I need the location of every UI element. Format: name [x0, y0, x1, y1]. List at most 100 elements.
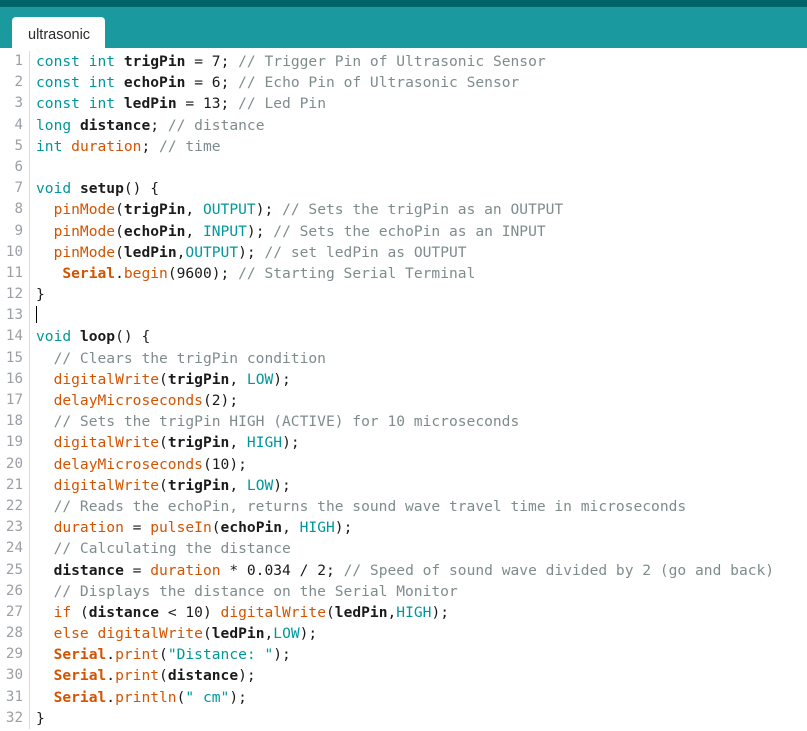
code-line[interactable]: 13	[0, 305, 807, 327]
code-lines-container[interactable]: 1 const int trigPin = 7; // Trigger Pin o…	[0, 51, 807, 730]
code-token-plain: );	[273, 370, 291, 388]
code-token-plain: );	[282, 434, 300, 452]
code-token-fn: digitalWrite	[97, 625, 203, 643]
code-line-text[interactable]: duration = pulseIn(echoPin, HIGH);	[30, 517, 807, 538]
code-line-text[interactable]: Serial.print("Distance: ");	[30, 644, 807, 665]
code-line-text[interactable]: void loop() {	[30, 326, 807, 347]
code-token-plain: ;	[325, 561, 344, 579]
code-token-plain: (	[159, 646, 168, 664]
code-line-text[interactable]: delayMicroseconds(2);	[30, 390, 807, 411]
line-number: 26	[0, 580, 30, 602]
code-line[interactable]: 4 long distance; // distance	[0, 114, 807, 136]
code-line-text[interactable]: pinMode(ledPin,OUTPUT); // set ledPin as…	[30, 242, 807, 263]
code-line-text[interactable]: // Displays the distance on the Serial M…	[30, 581, 807, 602]
code-line[interactable]: 21 digitalWrite(trigPin, LOW);	[0, 474, 807, 496]
code-line[interactable]: 25 distance = duration * 0.034 / 2; // S…	[0, 559, 807, 581]
code-token-str: " cm"	[185, 688, 230, 706]
code-line-text[interactable]: void setup() {	[30, 178, 807, 199]
arduino-ide-window: ultrasonic 1 const int trigPin = 7; // Tr…	[0, 0, 807, 731]
code-line-text[interactable]: // Calculating the distance	[30, 538, 807, 559]
code-line[interactable]: 1 const int trigPin = 7; // Trigger Pin o…	[0, 51, 807, 73]
code-token-com: // Starting Serial Terminal	[238, 264, 476, 282]
code-line[interactable]: 14 void loop() {	[0, 326, 807, 348]
code-token-const: LOW	[273, 625, 300, 643]
code-line[interactable]: 22 // Reads the echoPin, returns the sou…	[0, 495, 807, 518]
code-token-kw: void	[36, 328, 72, 346]
code-line[interactable]: 19 digitalWrite(trigPin, HIGH);	[0, 432, 807, 454]
code-line-text[interactable]: const int ledPin = 13; // Led Pin	[30, 93, 807, 114]
code-line-text[interactable]: }	[30, 284, 807, 305]
code-line[interactable]: 28 else digitalWrite(ledPin,LOW);	[0, 623, 807, 645]
code-line-text[interactable]	[30, 305, 807, 326]
code-token-plain: ,	[264, 625, 274, 643]
code-line-text[interactable]: Serial.println(" cm");	[30, 687, 807, 708]
code-line[interactable]: 32}	[0, 707, 807, 730]
code-line-text[interactable]: delayMicroseconds(10);	[30, 454, 807, 475]
code-line-text[interactable]: }	[30, 708, 807, 729]
code-token-obj: Serial	[62, 264, 116, 282]
code-line[interactable]: 26 // Displays the distance on the Seria…	[0, 580, 807, 602]
code-line[interactable]: 29 Serial.print("Distance: ");	[0, 644, 807, 666]
code-line-text[interactable]: // Reads the echoPin, returns the sound …	[30, 496, 807, 517]
code-line-text[interactable]: else digitalWrite(ledPin,LOW);	[30, 623, 807, 644]
code-token-fn: digitalWrite	[53, 434, 160, 452]
code-line-text[interactable]: const int trigPin = 7; // Trigger Pin of…	[30, 51, 807, 72]
code-line[interactable]: 7 void setup() {	[0, 178, 807, 200]
code-line-text[interactable]: // Clears the trigPin condition	[30, 348, 807, 369]
code-line[interactable]: 9 pinMode(echoPin, INPUT); // Sets the e…	[0, 220, 807, 242]
code-line-text[interactable]: distance = duration * 0.034 / 2; // Spee…	[30, 560, 807, 581]
code-line[interactable]: 30 Serial.print(distance);	[0, 665, 807, 687]
code-token-plain: ,	[185, 222, 203, 240]
code-token-plain: <	[159, 603, 186, 621]
code-token-id: setup	[79, 180, 124, 198]
code-line[interactable]: 11 Serial.begin(9600); // Starting Seria…	[0, 262, 807, 285]
code-line[interactable]: 27 if (distance < 10) digitalWrite(ledPi…	[0, 601, 807, 624]
sketch-tab-label: ultrasonic	[28, 27, 91, 43]
code-token-plain: }	[36, 286, 45, 304]
code-token-plain: ,	[229, 434, 247, 452]
code-line[interactable]: 20 delayMicroseconds(10);	[0, 453, 807, 475]
code-token-plain: )	[202, 603, 221, 621]
code-line[interactable]: 3 const int ledPin = 13; // Led Pin	[0, 93, 807, 115]
code-line-text[interactable]: const int echoPin = 6; // Echo Pin of Ul…	[30, 72, 807, 93]
code-line[interactable]: 15 // Clears the trigPin condition	[0, 347, 807, 369]
code-line-text[interactable]: digitalWrite(trigPin, LOW);	[30, 475, 807, 496]
sketch-tab-bar: ultrasonic	[0, 7, 807, 53]
code-line-text[interactable]: digitalWrite(trigPin, LOW);	[30, 369, 807, 390]
code-line[interactable]: 17 delayMicroseconds(2);	[0, 390, 807, 412]
code-line-text[interactable]: int duration; // time	[30, 136, 807, 157]
code-line[interactable]: 10 pinMode(ledPin,OUTPUT); // set ledPin…	[0, 241, 807, 263]
code-line[interactable]: 18 // Sets the trigPin HIGH (ACTIVE) for…	[0, 411, 807, 433]
line-number: 20	[0, 453, 30, 475]
code-line-text[interactable]: Serial.print(distance);	[30, 665, 807, 686]
code-token-com: // Led Pin	[238, 95, 326, 113]
line-number: 13	[0, 305, 30, 327]
code-line[interactable]: 2 const int echoPin = 6; // Echo Pin of U…	[0, 72, 807, 94]
code-line-text[interactable]: pinMode(echoPin, INPUT); // Sets the ech…	[30, 221, 807, 242]
code-line-text[interactable]: Serial.begin(9600); // Starting Serial T…	[30, 263, 807, 284]
code-editor[interactable]: 1 const int trigPin = 7; // Trigger Pin o…	[0, 48, 807, 731]
code-line[interactable]: 16 digitalWrite(trigPin, LOW);	[0, 368, 807, 391]
code-token-plain: ,	[282, 519, 300, 537]
code-token-num: 13	[202, 95, 221, 113]
code-line[interactable]: 8 pinMode(trigPin, OUTPUT); // Sets the …	[0, 199, 807, 221]
code-line-text[interactable]: // Sets the trigPin HIGH (ACTIVE) for 10…	[30, 411, 807, 432]
code-token-plain: ,	[229, 370, 247, 388]
code-line-text[interactable]: pinMode(trigPin, OUTPUT); // Sets the tr…	[30, 199, 807, 220]
code-line[interactable]: 5 int duration; // time	[0, 135, 807, 157]
code-line-text[interactable]: long distance; // distance	[30, 115, 807, 136]
code-line-text[interactable]: digitalWrite(trigPin, HIGH);	[30, 432, 807, 453]
code-line[interactable]: 6	[0, 156, 807, 179]
code-line-text[interactable]: if (distance < 10) digitalWrite(ledPin,H…	[30, 602, 807, 623]
code-token-id: trigPin	[167, 370, 230, 388]
code-token-plain: ;	[220, 74, 239, 92]
line-number: 12	[0, 284, 30, 306]
line-number: 18	[0, 411, 30, 433]
code-line[interactable]: 12}	[0, 284, 807, 306]
code-line[interactable]: 23 duration = pulseIn(echoPin, HIGH);	[0, 517, 807, 539]
code-line[interactable]: 24 // Calculating the distance	[0, 538, 807, 560]
code-token-plain: );	[431, 603, 450, 621]
code-line[interactable]: 31 Serial.println(" cm");	[0, 686, 807, 708]
